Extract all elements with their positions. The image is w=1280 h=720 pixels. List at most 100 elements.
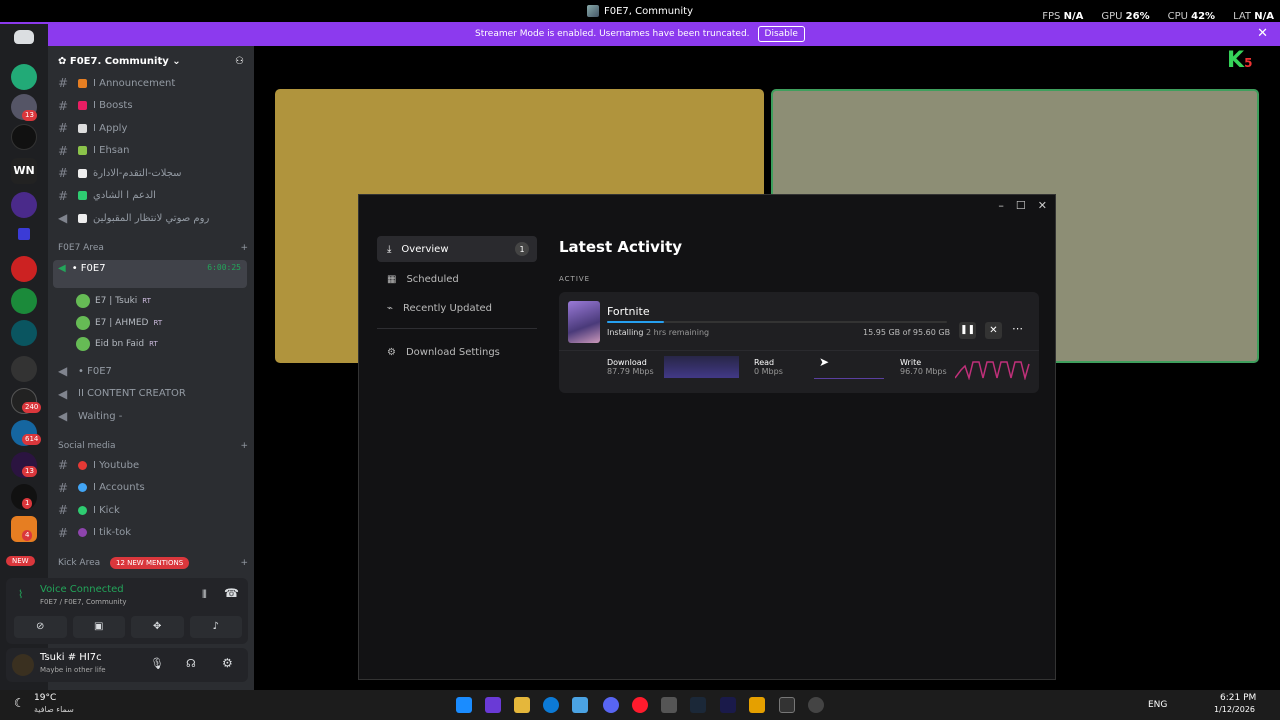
plus-icon[interactable]: + bbox=[240, 441, 248, 451]
folder-icon[interactable] bbox=[18, 228, 30, 240]
clock-date[interactable]: 1/12/2026 bbox=[1214, 705, 1255, 714]
channel-item[interactable]: # I Announcement bbox=[58, 76, 248, 90]
nav-overview[interactable]: ⤓ Overview 1 bbox=[377, 236, 537, 262]
nav-download-settings[interactable]: ⚙ Download Settings bbox=[377, 339, 537, 365]
channel-emoji-icon bbox=[78, 505, 87, 515]
lat-stat: LAT N/A bbox=[1233, 11, 1274, 22]
voice-user[interactable]: E7 | AHMED RT bbox=[76, 315, 162, 330]
nav-recently-updated[interactable]: ⌁ Recently Updated bbox=[377, 295, 537, 321]
channel-emoji-icon bbox=[78, 101, 87, 110]
server-icon[interactable] bbox=[11, 124, 37, 150]
headphones-icon[interactable]: ☊ bbox=[186, 657, 196, 670]
banner-text: Streamer Mode is enabled. Usernames have… bbox=[475, 29, 750, 39]
noise-suppression-icon[interactable]: ⦀ bbox=[202, 588, 207, 602]
voice-user-name: E7 | AHMED bbox=[95, 317, 149, 328]
channel-name: روم صوتي لانتظار المقبولين bbox=[93, 212, 210, 224]
close-icon[interactable]: ✕ bbox=[1038, 199, 1047, 212]
channel-item[interactable]: # I Kick bbox=[58, 503, 248, 517]
mention-badge: 13 bbox=[22, 466, 37, 477]
section-label: ACTIVE bbox=[559, 275, 591, 283]
pause-button[interactable]: ❚❚ bbox=[959, 322, 976, 339]
channel-item[interactable]: # I tik-tok bbox=[58, 526, 248, 540]
discord-taskbar-icon[interactable] bbox=[603, 697, 619, 713]
channel-item[interactable]: # I Accounts bbox=[58, 481, 248, 495]
camera-off-icon[interactable]: ⊘ bbox=[14, 616, 67, 638]
server-logo-icon: ✿ bbox=[58, 55, 67, 67]
speaker-icon: ◀ bbox=[58, 364, 68, 378]
edge-icon[interactable] bbox=[543, 697, 559, 713]
weather-icon[interactable]: ☾ bbox=[14, 696, 25, 710]
app-icon[interactable] bbox=[661, 697, 677, 713]
server-icon[interactable] bbox=[11, 356, 37, 382]
channel-item[interactable]: # I Apply bbox=[58, 121, 248, 135]
voice-channel-active[interactable]: ◀ • F0E7 6:00:25 bbox=[53, 260, 247, 288]
add-member-icon[interactable]: ⚇ bbox=[235, 56, 244, 67]
category-kick-area[interactable]: Kick Area 12 NEW MENTIONS + bbox=[58, 557, 248, 569]
channel-item[interactable]: # سجلات-التقدم-الادارة bbox=[58, 166, 248, 180]
server-header[interactable]: ✿ F0E7. Community ⌄ ⚇ bbox=[48, 46, 254, 76]
hash-icon: # bbox=[58, 166, 69, 180]
server-icon[interactable] bbox=[11, 64, 37, 90]
channel-emoji-icon bbox=[78, 213, 87, 223]
channel-name: I tik-tok bbox=[93, 527, 132, 538]
app-icon[interactable] bbox=[720, 697, 736, 713]
disconnect-icon[interactable]: ☎ bbox=[224, 586, 239, 600]
discord-home-icon[interactable] bbox=[14, 30, 34, 44]
soundboard-icon[interactable]: ♪ bbox=[189, 616, 242, 638]
hash-icon: # bbox=[58, 121, 69, 135]
title-bar: F0E7, Community FPS N/A GPU 26% CPU 42% … bbox=[0, 0, 1280, 22]
channel-item[interactable]: # I Boosts bbox=[58, 99, 248, 113]
start-icon[interactable] bbox=[456, 697, 472, 713]
steam-icon[interactable] bbox=[690, 697, 706, 713]
nav-scheduled[interactable]: ▦ Scheduled bbox=[377, 266, 537, 292]
voice-user-name: E7 | Tsuki bbox=[95, 296, 138, 306]
avatar bbox=[76, 315, 90, 330]
server-icon[interactable] bbox=[11, 288, 37, 314]
clock-time[interactable]: 6:21 PM bbox=[1220, 693, 1256, 703]
cancel-button[interactable]: ✕ bbox=[985, 322, 1002, 339]
voice-user[interactable]: E7 | Tsuki RT bbox=[76, 294, 151, 308]
channel-item[interactable]: # I Ehsan bbox=[58, 144, 248, 158]
install-status: Installing 2 hrs remaining bbox=[607, 328, 710, 337]
file-explorer-icon[interactable] bbox=[514, 697, 530, 713]
store-icon[interactable] bbox=[572, 697, 588, 713]
plus-icon[interactable]: + bbox=[240, 243, 248, 253]
activities-icon[interactable]: ✥ bbox=[131, 616, 184, 638]
maximize-icon[interactable]: ☐ bbox=[1016, 199, 1026, 212]
fortnite-cover[interactable] bbox=[568, 301, 600, 343]
screen-share-icon[interactable]: ▣ bbox=[72, 616, 125, 638]
copilot-icon[interactable] bbox=[485, 697, 501, 713]
voice-channel[interactable]: ◀ • F0E7 bbox=[58, 364, 248, 378]
close-icon[interactable]: ✕ bbox=[1257, 26, 1268, 41]
language-indicator[interactable]: ENG bbox=[1148, 700, 1167, 710]
plus-icon[interactable]: + bbox=[240, 558, 248, 568]
channel-item[interactable]: ◀ روم صوتي لانتظار المقبولين bbox=[58, 211, 248, 225]
app-icon[interactable] bbox=[749, 697, 765, 713]
category-social-media[interactable]: Social media + bbox=[58, 441, 248, 451]
avatar[interactable] bbox=[12, 654, 34, 676]
epic-downloads-window: – ☐ ✕ ⤓ Overview 1 ▦ Scheduled ⌁ Recently Up… bbox=[358, 194, 1056, 680]
server-icon[interactable]: WN bbox=[11, 158, 37, 184]
opera-icon[interactable] bbox=[632, 697, 648, 713]
window-title: F0E7, Community bbox=[603, 5, 694, 17]
gpu-stat: GPU 26% bbox=[1101, 11, 1150, 22]
disable-button[interactable]: Disable bbox=[757, 26, 805, 42]
minimize-icon[interactable]: – bbox=[998, 199, 1004, 212]
channel-emoji-icon bbox=[78, 78, 87, 88]
server-icon[interactable] bbox=[11, 256, 37, 282]
voice-channel[interactable]: ◀ Waiting - bbox=[58, 409, 248, 423]
voice-channel[interactable]: ◀ II CONTENT CREATOR bbox=[58, 387, 248, 401]
voice-user[interactable]: Eid bn Faid RT bbox=[76, 337, 158, 351]
settings-gear-icon[interactable]: ⚙ bbox=[222, 656, 233, 670]
server-icon[interactable] bbox=[11, 192, 37, 218]
server-icon[interactable] bbox=[11, 320, 37, 346]
new-mentions-badge[interactable]: 12 NEW MENTIONS bbox=[110, 557, 190, 569]
epic-games-icon[interactable] bbox=[779, 697, 795, 713]
speaker-icon: ◀ bbox=[58, 409, 68, 423]
more-options-icon[interactable]: ⋯ bbox=[1012, 322, 1023, 335]
app-icon[interactable] bbox=[808, 697, 824, 713]
microphone-icon[interactable]: 🎙︎ bbox=[150, 657, 164, 670]
channel-item[interactable]: # الدعم ا الشادي bbox=[58, 189, 248, 203]
category-f0e7-area[interactable]: F0E7 Area + bbox=[58, 243, 248, 253]
channel-item[interactable]: # I Youtube bbox=[58, 458, 248, 472]
